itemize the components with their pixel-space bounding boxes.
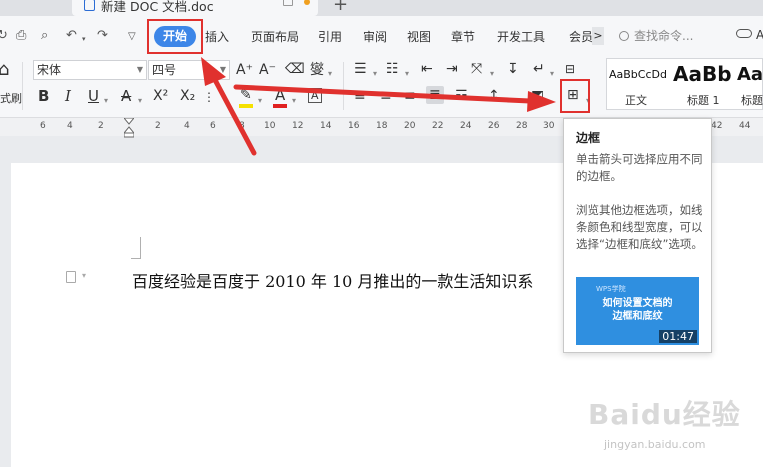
annotation-arrows	[201, 57, 556, 156]
annotation-arrow-to-start-tab	[201, 57, 257, 156]
annotation-arrow-to-border-button	[233, 84, 556, 112]
